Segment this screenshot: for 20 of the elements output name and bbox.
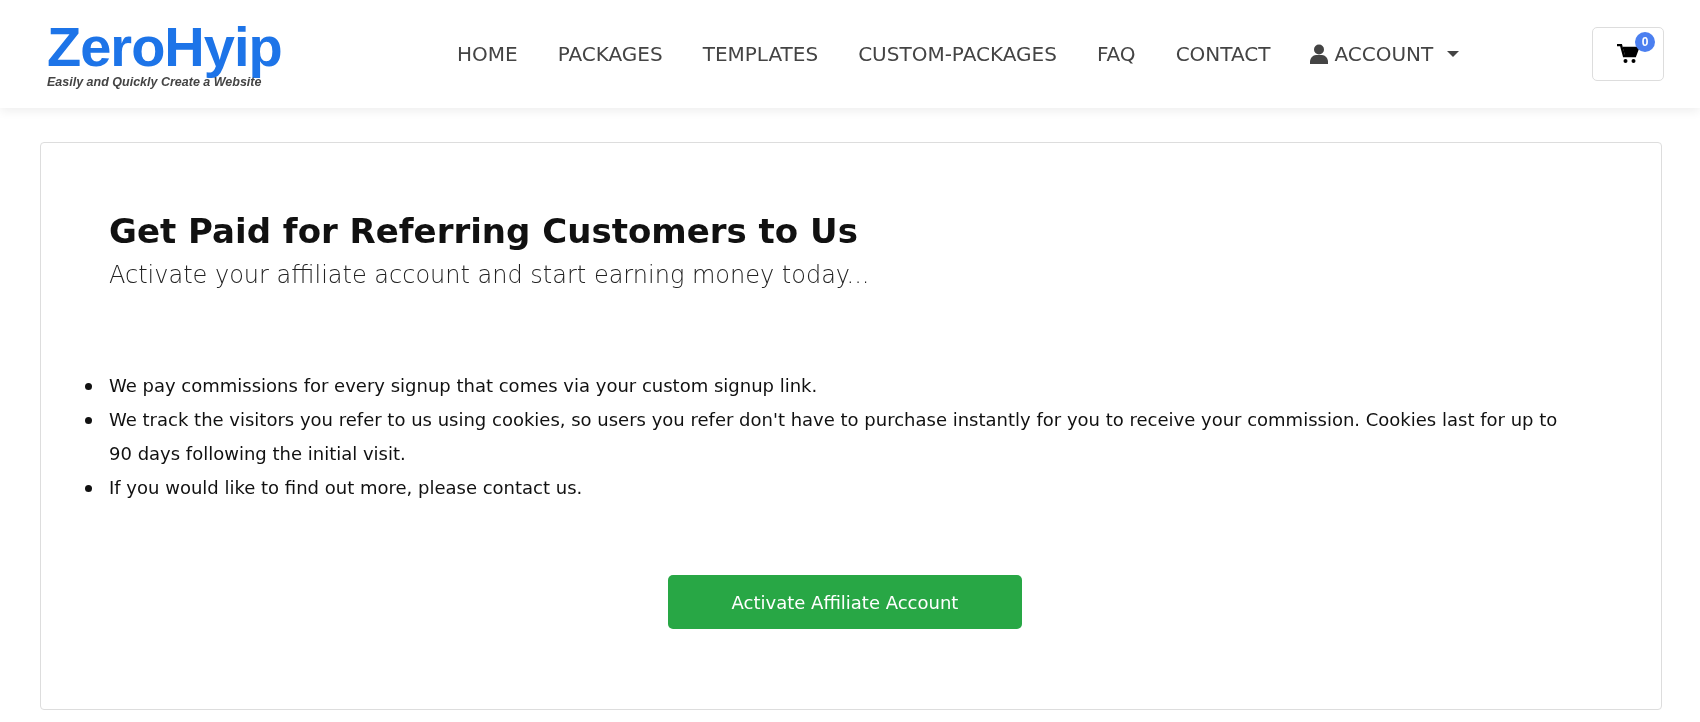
bullet-point: We track the visitors you refer to us using cookies, so users you refer don't have to purchase instantly for you to receive your commission. Cookies last for up to 90 days following the initial visit. (109, 408, 1559, 466)
bullet-point: We pay commissions for every signup that comes via your custom signup link. (109, 374, 818, 398)
bullet-icon (85, 417, 92, 424)
bullet-point: If you would like to find out more, please contact us. (109, 476, 583, 500)
bullet-icon (85, 485, 92, 492)
account-menu[interactable]: ACCOUNT (1310, 42, 1460, 66)
nav-link[interactable]: HOME (457, 42, 518, 66)
nav-link[interactable]: FAQ (1096, 42, 1136, 66)
cart-button[interactable]: 0 (1592, 27, 1664, 81)
nav-link[interactable]: TEMPLATES (702, 42, 819, 66)
page-subtitle: Activate your affiliate account and start earning money today... (109, 261, 871, 289)
nav-link[interactable]: CUSTOM-PACKAGES (858, 42, 1057, 66)
cart-count-badge: 0 (1635, 32, 1655, 52)
nav-link[interactable]: CONTACT (1175, 42, 1271, 66)
caret-icon (1447, 50, 1460, 58)
page-title: Get Paid for Referring Customers to Us (109, 211, 859, 251)
bullet-icon (85, 383, 92, 390)
user-icon (1310, 44, 1329, 64)
nav-link[interactable]: PACKAGES (557, 42, 663, 66)
cart-icon (1617, 44, 1639, 64)
